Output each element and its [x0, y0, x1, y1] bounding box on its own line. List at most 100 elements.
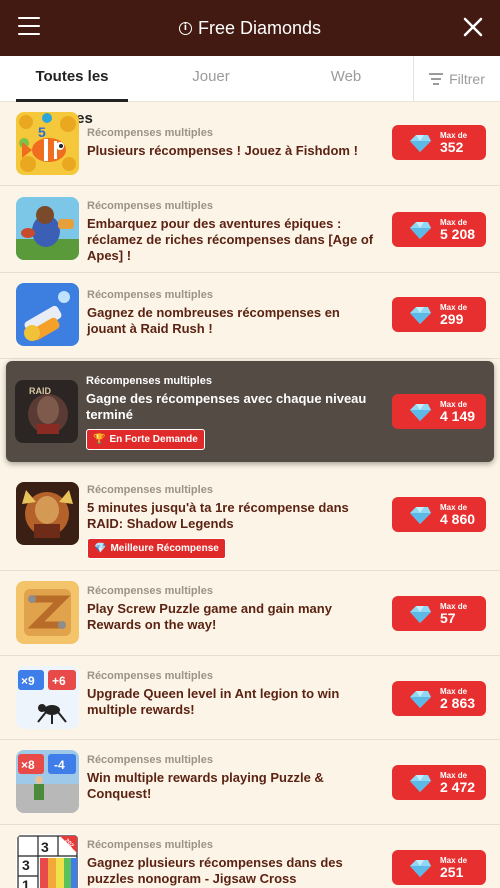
offer-category: Récompenses multiples [87, 670, 213, 682]
reward-amount: 2 472 [440, 778, 476, 795]
tab-all-offers[interactable]: Toutes les offres [16, 56, 128, 127]
reward-button[interactable]: Max de 251 [392, 850, 486, 885]
offer-row[interactable]: Récompenses multiples Embarquez pour des… [0, 186, 500, 273]
offer-category: Récompenses multiples [87, 484, 213, 496]
raid-logo-text: RAID [29, 386, 51, 396]
reward-amount: 299 [440, 310, 464, 327]
offer-text: Récompenses multiples Gagnez de nombreus… [87, 289, 382, 337]
reward-button[interactable]: Max de 5 208 [392, 212, 486, 247]
diamond-icon [410, 506, 431, 524]
top-app-bar: i Free Diamonds [0, 0, 500, 56]
tab-play[interactable]: Jouer [170, 56, 252, 102]
diamond-icon [410, 774, 431, 792]
offer-category: Récompenses multiples [87, 200, 213, 212]
diamond-icon [410, 605, 431, 623]
reward-amount: 2 863 [440, 694, 476, 711]
age-of-apes-thumbnail [16, 197, 79, 260]
diamond-icon [410, 859, 431, 877]
offer-title: Embarquez pour des aventures épiques : r… [87, 216, 374, 263]
offer-text: Récompenses multiples Upgrade Queen leve… [87, 670, 382, 718]
page-title: Free Diamonds [197, 17, 322, 38]
offer-row[interactable]: 5 Récompenses multiples Plusieurs récomp… [0, 103, 500, 186]
offer-text: Récompenses multiples Play Screw Puzzle … [87, 585, 382, 633]
offer-row-highlighted[interactable]: RAID Récompenses multiples Gagne des réc… [6, 361, 494, 462]
header-title-group: i Free Diamonds [0, 0, 500, 56]
filter-label: Filtrer [449, 71, 485, 87]
close-icon[interactable] [460, 14, 486, 40]
offer-row[interactable]: 3 3 1 202 Récompenses multiples Gagnez p… [0, 825, 500, 888]
offer-category: Récompenses multiples [86, 375, 212, 387]
gem-icon: 💎 [94, 543, 107, 554]
ant-legion-thumbnail: ×9 +6 [16, 666, 79, 729]
puzzle-conquest-thumbnail: ×8 -4 [16, 750, 79, 813]
offer-category: Récompenses multiples [87, 289, 213, 301]
raid-shadow-legends-thumbnail [16, 482, 79, 545]
best-reward-badge: 💎 Meilleure Récompense [87, 538, 226, 559]
offer-text: Récompenses multiples 5 minutes jusqu'à … [87, 484, 382, 559]
info-icon[interactable]: i [178, 21, 192, 35]
offer-row[interactable]: Récompenses multiples Gagnez de nombreus… [0, 273, 500, 359]
multiplier-gate-text: ×9 [21, 674, 35, 688]
diamond-icon [410, 403, 431, 421]
raid-thumbnail: RAID [15, 380, 78, 443]
reward-button[interactable]: Max de 2 472 [392, 765, 486, 800]
subtraction-gate-text: -4 [54, 758, 65, 772]
reward-button[interactable]: Max de 299 [392, 297, 486, 332]
offer-list: 5 Récompenses multiples Plusieurs récomp… [0, 103, 500, 888]
offer-title: Upgrade Queen level in Ant legion to win… [87, 686, 340, 717]
badge-label: Meilleure Récompense [110, 543, 219, 554]
multiplier-gate-text: ×8 [21, 758, 35, 772]
reward-amount: 57 [440, 609, 456, 626]
tab-bar: Toutes les offres Jouer Web Filtrer [0, 56, 500, 127]
offer-title: 5 minutes jusqu'à ta 1re récompense dans… [87, 500, 349, 531]
reward-amount: 4 860 [440, 510, 476, 527]
offer-category: Récompenses multiples [87, 585, 213, 597]
trophy-icon: 🏆 [93, 434, 106, 445]
nonogram-clue: 3 [41, 839, 49, 855]
diamond-icon [410, 134, 431, 152]
addition-gate-text: +6 [52, 674, 66, 688]
offer-text: Récompenses multiples Embarquez pour des… [87, 200, 382, 264]
reward-amount: 352 [440, 138, 464, 155]
diamond-icon [410, 306, 431, 324]
offer-text: Récompenses multiples Gagne des récompen… [86, 375, 381, 450]
offer-text: Récompenses multiples Win multiple rewar… [87, 754, 382, 802]
offer-title: Win multiple rewards playing Puzzle & Co… [87, 770, 324, 801]
filter-button[interactable]: Filtrer [413, 56, 500, 102]
nonogram-clue: 3 [22, 857, 30, 873]
jigsaw-cross-thumbnail: 3 3 1 202 [16, 834, 79, 888]
offer-title: Gagnez plusieurs récompenses dans des pu… [87, 855, 343, 886]
nonogram-clue: 1 [22, 877, 30, 888]
screw-puzzle-thumbnail [16, 581, 79, 644]
offer-title: Gagne des récompenses avec chaque niveau… [86, 391, 367, 422]
reward-button[interactable]: Max de 2 863 [392, 681, 486, 716]
reward-amount: 5 208 [440, 225, 476, 242]
offer-title: Play Screw Puzzle game and gain many Rew… [87, 601, 332, 632]
reward-amount: 251 [440, 863, 464, 880]
offer-category: Récompenses multiples [87, 127, 213, 139]
diamond-icon [410, 221, 431, 239]
reward-button[interactable]: Max de 352 [392, 125, 486, 160]
reward-button[interactable]: Max de 57 [392, 596, 486, 631]
offer-row[interactable]: Récompenses multiples 5 minutes jusqu'à … [0, 464, 500, 571]
fishdom-level-number: 5 [38, 124, 46, 140]
offer-title: Gagnez de nombreuses récompenses en joua… [87, 305, 340, 336]
fishdom-thumbnail: 5 [16, 112, 79, 175]
tab-web[interactable]: Web [306, 56, 386, 102]
offer-category: Récompenses multiples [87, 754, 213, 766]
raid-rush-thumbnail [16, 283, 79, 346]
offer-row[interactable]: Récompenses multiples Play Screw Puzzle … [0, 571, 500, 656]
offer-row[interactable]: ×9 +6 Récompenses multiples Upgrade Quee… [0, 656, 500, 740]
offer-category: Récompenses multiples [87, 839, 213, 851]
reward-button[interactable]: Max de 4 149 [392, 394, 486, 429]
badge-label: En Forte Demande [109, 434, 198, 445]
filter-icon [429, 70, 444, 88]
offer-row[interactable]: ×8 -4 Récompenses multiples Win multiple… [0, 740, 500, 825]
reward-button[interactable]: Max de 4 860 [392, 497, 486, 532]
offer-text: Récompenses multiples Gagnez plusieurs r… [87, 839, 382, 887]
high-demand-badge: 🏆 En Forte Demande [86, 429, 205, 450]
reward-amount: 4 149 [440, 407, 476, 424]
diamond-icon [410, 690, 431, 708]
offer-text: Récompenses multiples Plusieurs récompen… [87, 127, 382, 159]
offer-title: Plusieurs récompenses ! Jouez à Fishdom … [87, 143, 358, 158]
